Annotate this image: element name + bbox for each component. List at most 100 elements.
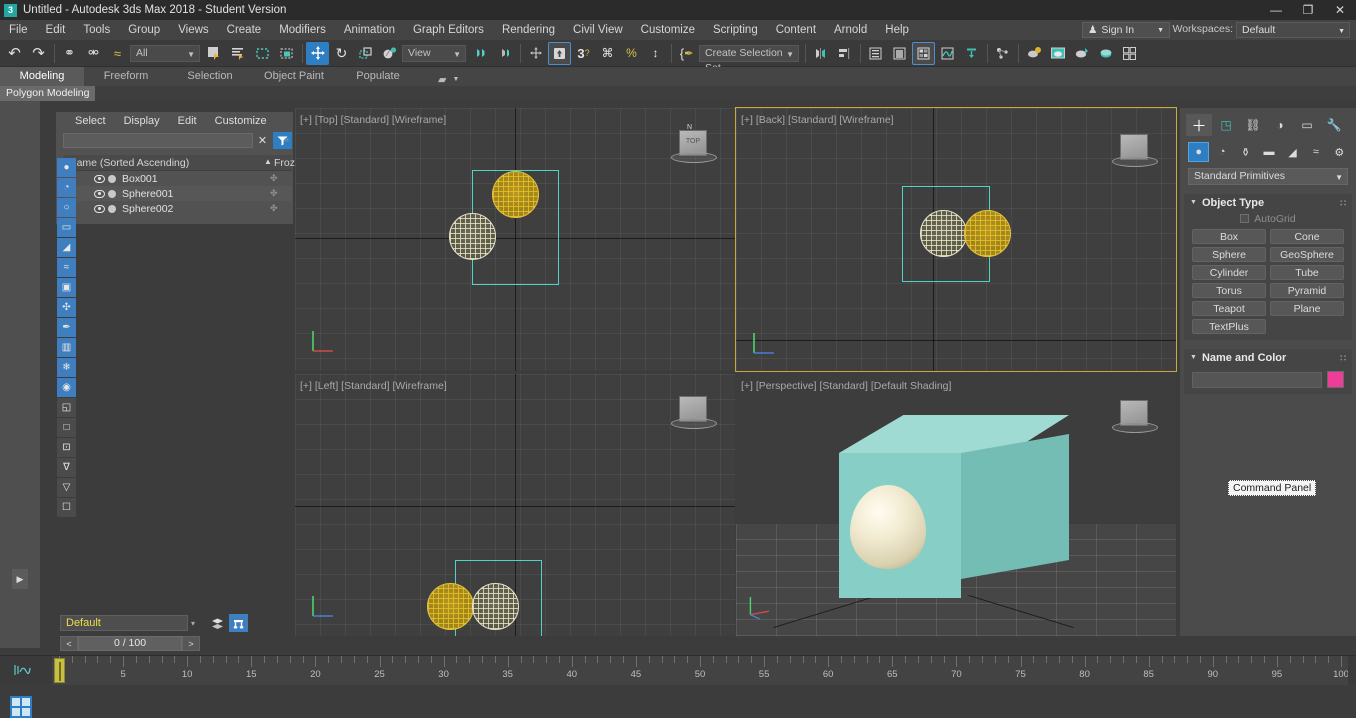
viewport-back[interactable]: [+] [Back] [Standard] [Wireframe]: [735, 107, 1177, 372]
lights-button[interactable]: ⚱: [1235, 142, 1256, 162]
edit-named-selection-sets-icon[interactable]: {✒: [675, 42, 698, 65]
display-tab[interactable]: ▭: [1294, 114, 1320, 136]
layer-manager-button[interactable]: [208, 614, 227, 632]
sphere001-shaded[interactable]: [850, 485, 926, 569]
sphere001-wireframe[interactable]: [920, 210, 967, 257]
menu-item-civil-view[interactable]: Civil View: [564, 20, 632, 40]
use-selection-center-icon[interactable]: [493, 42, 516, 65]
menu-item-rendering[interactable]: Rendering: [493, 20, 564, 40]
object-type-button-cylinder[interactable]: Cylinder: [1192, 265, 1266, 280]
viewport-perspective[interactable]: [+] [Perspective] [Standard] [Default Sh…: [736, 374, 1176, 636]
view-cube[interactable]: [1108, 130, 1162, 172]
object-type-button-sphere[interactable]: Sphere: [1192, 247, 1266, 262]
time-slider-handle[interactable]: [54, 658, 65, 683]
autogrid-checkbox[interactable]: [1240, 214, 1250, 223]
align-button[interactable]: [833, 42, 856, 65]
selection-filter-dropdown[interactable]: All ▼: [130, 44, 200, 62]
menu-item-file[interactable]: File: [0, 20, 37, 40]
name-and-color-header[interactable]: ▼ Name and Color ∷: [1184, 349, 1352, 366]
current-layer-value[interactable]: Default: [60, 615, 188, 631]
shapes-button[interactable]: ◔: [1211, 142, 1232, 162]
ribbon-tab-modeling[interactable]: Modeling: [0, 67, 84, 86]
table-row[interactable]: Sphere002 ✤: [64, 201, 292, 216]
quad-view-icon[interactable]: [10, 696, 32, 718]
menu-item-group[interactable]: Group: [119, 20, 169, 40]
menu-item-customize[interactable]: Customize: [632, 20, 704, 40]
object-color-dot[interactable]: [108, 204, 116, 213]
object-color-dot[interactable]: [108, 174, 116, 183]
close-button[interactable]: ✕: [1324, 0, 1356, 20]
undo-button[interactable]: ↶: [3, 42, 26, 65]
explorer-menu-display[interactable]: Display: [115, 115, 169, 127]
scene-explorer-search-input[interactable]: [63, 133, 253, 148]
select-and-manipulate-icon[interactable]: [524, 42, 547, 65]
object-type-button-geosphere[interactable]: GeoSphere: [1270, 247, 1344, 262]
object-type-button-box[interactable]: Box: [1192, 229, 1266, 244]
utilities-tab[interactable]: 🔧: [1321, 114, 1347, 136]
redo-button[interactable]: ↷: [27, 42, 50, 65]
object-type-button-tube[interactable]: Tube: [1270, 265, 1344, 280]
chevron-down-icon[interactable]: ▼: [452, 76, 459, 83]
select-by-name-icon[interactable]: [227, 42, 250, 65]
percent-snap-icon[interactable]: %: [620, 42, 643, 65]
object-type-button-pyramid[interactable]: Pyramid: [1270, 283, 1344, 298]
viewcube-compass-ring[interactable]: [671, 418, 717, 429]
layer-explorer-button[interactable]: [864, 42, 887, 65]
geometry-button[interactable]: ●: [1188, 142, 1210, 162]
clear-search-icon[interactable]: ✕: [253, 132, 272, 149]
rectangular-selection-region-icon[interactable]: [251, 42, 274, 65]
ribbon-minimize-icon[interactable]: ▰: [438, 73, 446, 86]
previous-frame-button[interactable]: <: [60, 636, 78, 651]
named-selection-set-dropdown[interactable]: Create Selection Set ▼: [699, 44, 799, 74]
object-name-input[interactable]: [1192, 371, 1322, 388]
filter-toggle-icon[interactable]: [273, 132, 292, 149]
select-and-place-button[interactable]: [378, 42, 401, 65]
ribbon-tab-freeform[interactable]: Freeform: [84, 67, 168, 86]
particle-view-button[interactable]: [991, 42, 1014, 65]
spinner-snap-toggle-button[interactable]: ↕: [644, 42, 667, 65]
visibility-eye-icon[interactable]: [94, 174, 105, 183]
current-frame-field[interactable]: 0 / 100: [78, 636, 182, 651]
workspaces-dropdown[interactable]: Default ▼: [1236, 22, 1350, 38]
sphere001-wireframe[interactable]: [472, 583, 519, 630]
display-layers-icon[interactable]: ◱: [57, 398, 76, 417]
filter-funnel-icon[interactable]: ▽: [57, 478, 76, 497]
next-frame-button[interactable]: >: [182, 636, 200, 651]
unlink-selection-icon[interactable]: ⚮: [82, 42, 105, 65]
use-pivot-point-center-icon[interactable]: [469, 42, 492, 65]
hierarchy-tab[interactable]: ⛓: [1240, 114, 1266, 136]
modify-tab[interactable]: ◳: [1213, 114, 1239, 136]
object-type-button-plane[interactable]: Plane: [1270, 301, 1344, 316]
object-color-swatch[interactable]: [1327, 371, 1344, 388]
sphere001-wireframe[interactable]: [449, 213, 496, 260]
filter-particles-icon[interactable]: ▥: [57, 338, 76, 357]
filter-xrefs-icon[interactable]: ✣: [57, 298, 76, 317]
object-type-button-teapot[interactable]: Teapot: [1192, 301, 1266, 316]
sphere002-wireframe-selected[interactable]: [492, 171, 539, 218]
explorer-menu-select[interactable]: Select: [66, 115, 115, 127]
create-tab[interactable]: ＋: [1186, 114, 1212, 136]
quad-render-button[interactable]: [1118, 42, 1141, 65]
mini-curve-editor-icon[interactable]: [14, 663, 31, 677]
menu-item-content[interactable]: Content: [767, 20, 825, 40]
menu-item-edit[interactable]: Edit: [37, 20, 75, 40]
menu-item-scripting[interactable]: Scripting: [704, 20, 767, 40]
snaps-toggle-button[interactable]: [548, 41, 571, 65]
select-and-link-icon[interactable]: ⚭: [58, 42, 81, 65]
display-containers-icon[interactable]: □: [57, 418, 76, 437]
expand-panel-button[interactable]: ▶: [12, 569, 28, 589]
visibility-eye-icon[interactable]: [94, 189, 105, 198]
menu-item-animation[interactable]: Animation: [335, 20, 404, 40]
ribbon-tab-object-paint[interactable]: Object Paint: [252, 67, 336, 86]
angle-snap-toggle-button[interactable]: 3?: [572, 42, 595, 65]
menu-item-graph-editors[interactable]: Graph Editors: [404, 20, 493, 40]
filter-lights-icon[interactable]: ○: [57, 198, 76, 217]
menu-item-arnold[interactable]: Arnold: [825, 20, 876, 40]
menu-item-modifiers[interactable]: Modifiers: [270, 20, 335, 40]
systems-button[interactable]: ⚙: [1329, 142, 1350, 162]
display-materials-icon[interactable]: ⊡: [57, 438, 76, 457]
viewport-left[interactable]: [+] [Left] [Standard] [Wireframe]: [295, 374, 735, 636]
percent-snap-toggle-button[interactable]: ⌘: [596, 42, 619, 65]
render-iterative-button[interactable]: [1094, 42, 1117, 65]
filter-shapes-icon[interactable]: ◔: [57, 178, 76, 197]
